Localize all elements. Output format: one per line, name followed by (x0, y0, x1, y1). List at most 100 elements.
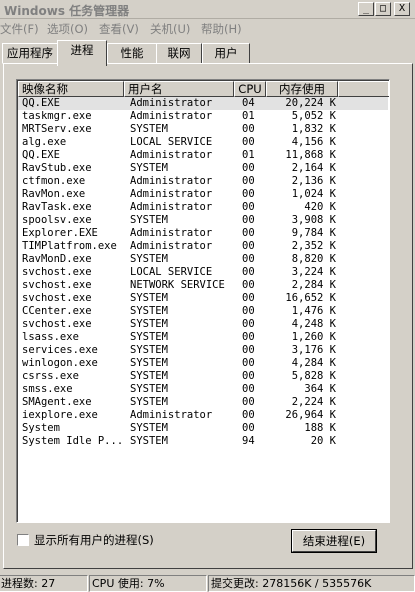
process-memory: 2,284 K (291, 279, 336, 291)
process-name: TIMPlatfrom.exe (22, 240, 117, 252)
tab-users[interactable]: 用户 (202, 43, 250, 64)
process-memory: 420 K (304, 201, 336, 213)
minimize-button[interactable]: _ (358, 2, 374, 16)
process-row[interactable]: winlogon.exe SYSTEM 00 4,284 K (18, 357, 388, 370)
process-user: Administrator (130, 227, 213, 239)
process-cpu: 00 (242, 123, 255, 135)
process-memory: 11,868 K (285, 149, 336, 161)
process-user: SYSTEM (130, 396, 168, 408)
process-row[interactable]: smss.exe SYSTEM 00 364 K (18, 383, 388, 396)
end-process-button[interactable]: 结束进程(E) (292, 530, 376, 552)
process-cpu: 00 (242, 188, 255, 200)
process-row[interactable]: QQ.EXE Administrator 04 20,224 K (18, 97, 388, 110)
process-cpu: 00 (242, 214, 255, 226)
show-all-users-checkbox[interactable] (17, 534, 29, 546)
process-row[interactable]: taskmgr.exe Administrator 01 5,052 K (18, 110, 388, 123)
process-user: Administrator (130, 188, 213, 200)
column-header-memory[interactable]: 内存使用 (266, 81, 338, 97)
window-title: Windows 任务管理器 (4, 4, 130, 18)
process-user: LOCAL SERVICE (130, 136, 213, 148)
tab-processes[interactable]: 进程 (57, 40, 107, 66)
process-row[interactable]: RavMon.exe Administrator 00 1,024 K (18, 188, 388, 201)
column-header-user-name[interactable]: 用户名 (124, 81, 234, 97)
process-list[interactable]: 映像名称 用户名 CPU 内存使用 QQ.EXE Administrator 04 2… (16, 79, 390, 523)
process-row[interactable]: RavStub.exe SYSTEM 00 2,164 K (18, 162, 388, 175)
list-header: 映像名称 用户名 CPU 内存使用 (18, 81, 389, 97)
process-row[interactable]: svchost.exe SYSTEM 00 16,652 K (18, 292, 388, 305)
process-row[interactable]: System SYSTEM 00 188 K (18, 422, 388, 435)
column-header-image-name[interactable]: 映像名称 (18, 81, 124, 97)
process-row[interactable]: svchost.exe LOCAL SERVICE 00 3,224 K (18, 266, 388, 279)
column-header-cpu[interactable]: CPU (234, 81, 266, 97)
process-cpu: 01 (242, 110, 255, 122)
menu-help[interactable]: 帮助(H) (201, 21, 242, 37)
process-row[interactable]: lsass.exe SYSTEM 00 1,260 K (18, 331, 388, 344)
process-row[interactable]: RavMonD.exe SYSTEM 00 8,820 K (18, 253, 388, 266)
process-cpu: 00 (242, 331, 255, 343)
process-name: lsass.exe (22, 331, 79, 343)
process-user: SYSTEM (130, 305, 168, 317)
menu-view[interactable]: 查看(V) (99, 21, 139, 37)
process-user: SYSTEM (130, 370, 168, 382)
close-button[interactable]: X (394, 2, 410, 16)
process-row[interactable]: spoolsv.exe SYSTEM 00 3,908 K (18, 214, 388, 227)
process-row[interactable]: iexplore.exe Administrator 00 26,964 K (18, 409, 388, 422)
status-process-count: 进程数: 27 (0, 575, 88, 592)
process-name: Explorer.EXE (22, 227, 98, 239)
process-user: SYSTEM (130, 422, 168, 434)
process-user: SYSTEM (130, 292, 168, 304)
process-memory: 3,908 K (291, 214, 336, 226)
process-user: Administrator (130, 175, 213, 187)
process-name: svchost.exe (22, 279, 92, 291)
process-cpu: 00 (242, 201, 255, 213)
tab-networking[interactable]: 联网 (156, 43, 202, 64)
process-user: SYSTEM (130, 435, 168, 447)
process-row[interactable]: services.exe SYSTEM 00 3,176 K (18, 344, 388, 357)
process-row[interactable]: TIMPlatfrom.exe Administrator 00 2,352 K (18, 240, 388, 253)
show-all-users-label[interactable]: 显示所有用户的进程(S) (34, 532, 154, 548)
process-cpu: 04 (242, 97, 255, 109)
process-memory: 4,284 K (291, 357, 336, 369)
process-user: Administrator (130, 97, 213, 109)
process-name: smss.exe (22, 383, 73, 395)
process-memory: 16,652 K (285, 292, 336, 304)
process-memory: 9,784 K (291, 227, 336, 239)
status-commit-charge: 提交更改: 278156K / 535576K (208, 575, 415, 592)
process-row[interactable]: System Idle P... SYSTEM 94 20 K (18, 435, 388, 448)
process-row[interactable]: SMAgent.exe SYSTEM 00 2,224 K (18, 396, 388, 409)
menu-file[interactable]: 文件(F) (0, 21, 39, 37)
maximize-button[interactable]: □ (375, 2, 391, 16)
process-cpu: 00 (242, 227, 255, 239)
process-user: Administrator (130, 201, 213, 213)
process-row[interactable]: QQ.EXE Administrator 01 11,868 K (18, 149, 388, 162)
process-name: System (22, 422, 60, 434)
process-row[interactable]: svchost.exe NETWORK SERVICE 00 2,284 K (18, 279, 388, 292)
tab-applications[interactable]: 应用程序 (2, 43, 58, 64)
process-cpu: 00 (242, 136, 255, 148)
process-name: QQ.EXE (22, 97, 60, 109)
menu-shutdown[interactable]: 关机(U) (150, 21, 190, 37)
process-row[interactable]: csrss.exe SYSTEM 00 5,828 K (18, 370, 388, 383)
menu-options[interactable]: 选项(O) (47, 21, 88, 37)
process-memory: 3,176 K (291, 344, 336, 356)
process-row[interactable]: MRTServ.exe SYSTEM 00 1,832 K (18, 123, 388, 136)
process-row[interactable]: svchost.exe SYSTEM 00 4,248 K (18, 318, 388, 331)
process-row[interactable]: Explorer.EXE Administrator 00 9,784 K (18, 227, 388, 240)
process-memory: 2,164 K (291, 162, 336, 174)
process-name: RavTask.exe (22, 201, 92, 213)
process-cpu: 00 (242, 383, 255, 395)
process-cpu: 00 (242, 175, 255, 187)
tab-performance[interactable]: 性能 (107, 43, 157, 64)
process-cpu: 00 (242, 357, 255, 369)
process-row[interactable]: alg.exe LOCAL SERVICE 00 4,156 K (18, 136, 388, 149)
process-row[interactable]: CCenter.exe SYSTEM 00 1,476 K (18, 305, 388, 318)
process-memory: 2,224 K (291, 396, 336, 408)
process-name: RavMonD.exe (22, 253, 92, 265)
process-name: svchost.exe (22, 318, 92, 330)
process-row[interactable]: RavTask.exe Administrator 00 420 K (18, 201, 388, 214)
process-cpu: 00 (242, 396, 255, 408)
process-row[interactable]: ctfmon.exe Administrator 00 2,136 K (18, 175, 388, 188)
process-memory: 4,156 K (291, 136, 336, 148)
process-cpu: 00 (242, 318, 255, 330)
process-memory: 20 K (310, 435, 336, 447)
